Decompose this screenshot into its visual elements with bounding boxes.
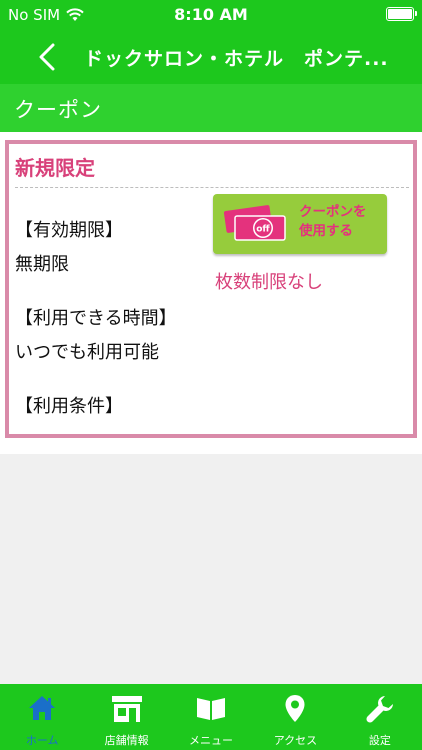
tab-settings[interactable]: 設定 — [338, 684, 422, 750]
tab-menu[interactable]: メニュー — [169, 684, 253, 750]
section-title: クーポン — [14, 98, 102, 122]
available-time-value: いつでも利用可能 — [15, 342, 159, 363]
coupon-container: 新規限定 【有効期限】 無期限 【利用できる時間】 いつでも利用可能 【利用条件… — [0, 132, 422, 454]
conditions-label: 【利用条件】 — [15, 396, 123, 417]
map-pin-icon — [285, 695, 305, 722]
tab-access-label: アクセス — [273, 734, 318, 747]
coupon-ticket-icon: off — [223, 205, 286, 241]
tab-store-info-label: 店舗情報 — [104, 734, 149, 747]
available-time-label: 【利用できる時間】 — [15, 308, 177, 329]
chevron-left-icon — [39, 43, 55, 71]
use-coupon-label: クーポンを 使用する — [299, 203, 367, 241]
book-icon — [197, 698, 226, 720]
tab-access[interactable]: アクセス — [253, 684, 337, 750]
expiry-label: 【有効期限】 — [15, 220, 123, 241]
navigation-bar: ドックサロン・ホテル ポンテ... — [0, 30, 422, 84]
store-icon — [111, 696, 142, 722]
use-coupon-button[interactable]: off クーポンを 使用する — [213, 194, 387, 254]
tab-home[interactable]: ホーム — [0, 684, 84, 750]
battery-icon — [386, 7, 417, 21]
wrench-icon — [366, 696, 393, 723]
tab-home-label: ホーム — [25, 734, 59, 747]
home-icon — [29, 696, 56, 720]
use-coupon-label-line1: クーポンを — [299, 204, 367, 220]
expiry-value: 無期限 — [15, 254, 69, 275]
status-bar: No SIM 8:10 AM — [0, 0, 422, 30]
section-header: クーポン — [0, 84, 422, 132]
use-coupon-label-line2: 使用する — [299, 223, 353, 239]
back-button[interactable] — [30, 40, 64, 74]
coupon-off-tag: off — [256, 225, 270, 235]
coupon-card: 新規限定 【有効期限】 無期限 【利用できる時間】 いつでも利用可能 【利用条件… — [5, 140, 417, 438]
tab-store-info[interactable]: 店舗情報 — [84, 684, 168, 750]
tab-bar: ホーム 店舗情報 メニュー アクセス 設定 — [0, 684, 422, 750]
tab-menu-label: メニュー — [189, 734, 234, 747]
page-title: ドックサロン・ホテル ポンテ... — [84, 48, 389, 70]
quantity-limit-text: 枚数制限なし — [215, 272, 323, 293]
tab-settings-label: 設定 — [368, 734, 391, 747]
coupon-title: 新規限定 — [15, 156, 95, 180]
status-time: 8:10 AM — [174, 5, 248, 24]
divider — [15, 187, 409, 188]
